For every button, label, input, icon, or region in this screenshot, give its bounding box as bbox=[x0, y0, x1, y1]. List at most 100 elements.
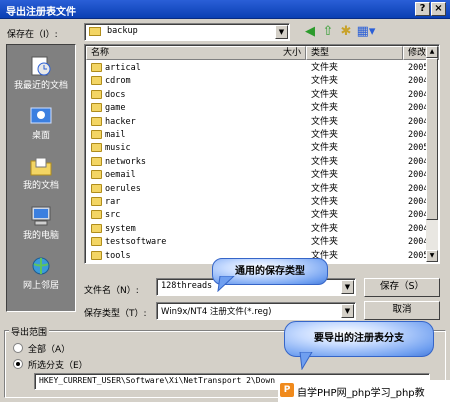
file-type: 文件夹 bbox=[311, 183, 339, 194]
folder-icon bbox=[91, 210, 102, 220]
folder-icon bbox=[91, 116, 102, 126]
file-type: 文件夹 bbox=[311, 223, 339, 234]
file-name: rar bbox=[105, 197, 121, 207]
file-type: 文件夹 bbox=[311, 170, 339, 181]
file-name: tools bbox=[105, 250, 131, 261]
place-my-documents[interactable]: 我的文档 bbox=[7, 155, 75, 191]
file-row[interactable]: rar 文件夹 2004- bbox=[87, 196, 434, 209]
save-in-label: 保存在（I）: bbox=[7, 30, 58, 40]
folder-icon bbox=[91, 63, 102, 72]
radio-selected-branch[interactable] bbox=[13, 359, 23, 369]
folder-icon bbox=[91, 183, 102, 193]
file-name: src bbox=[105, 210, 121, 221]
place-recent-documents[interactable]: 我最近的文档 bbox=[7, 55, 75, 91]
scroll-thumb[interactable] bbox=[426, 58, 438, 220]
site-logo-icon: P bbox=[280, 383, 294, 397]
file-row[interactable]: hacker 文件夹 2004- bbox=[87, 116, 434, 129]
file-name: music bbox=[105, 143, 131, 154]
file-name: game bbox=[105, 103, 126, 114]
view-menu-icon[interactable]: ▦▾ bbox=[356, 24, 376, 40]
column-header-size[interactable]: 大小 bbox=[246, 46, 306, 60]
file-type: 文件夹 bbox=[311, 116, 339, 127]
file-name: artical bbox=[105, 63, 141, 73]
file-row[interactable]: system 文件夹 2004- bbox=[87, 223, 434, 236]
cancel-button[interactable]: 取消 bbox=[364, 301, 440, 320]
file-type: 文件夹 bbox=[311, 76, 339, 87]
folder-icon bbox=[91, 76, 102, 86]
save-in-dropdown[interactable]: backup ▼ bbox=[84, 23, 290, 41]
window-title: 导出注册表文件 bbox=[6, 7, 76, 18]
filename-label: 文件名（N）: bbox=[84, 286, 139, 296]
file-row[interactable]: artical 文件夹 2005- bbox=[87, 62, 434, 75]
place-network-places[interactable]: 网上邻居 bbox=[7, 255, 75, 291]
folder-icon bbox=[91, 143, 102, 153]
scroll-up-icon[interactable]: ▲ bbox=[426, 46, 438, 58]
folder-icon bbox=[91, 130, 102, 139]
folder-icon bbox=[91, 223, 102, 233]
file-name: networks bbox=[105, 156, 146, 167]
file-name: system bbox=[105, 223, 136, 234]
file-row[interactable]: oemail 文件夹 2004- bbox=[87, 169, 434, 182]
filetype-dropdown[interactable]: Win9x/NT4 注册文件(*.reg) ▼ bbox=[156, 302, 356, 320]
file-type: 文件夹 bbox=[311, 103, 339, 114]
back-icon[interactable]: ◀ bbox=[302, 24, 318, 40]
file-name: hacker bbox=[105, 116, 136, 127]
file-row[interactable]: testsoftware 文件夹 2004- bbox=[87, 236, 434, 249]
chevron-down-icon[interactable]: ▼ bbox=[275, 25, 288, 39]
file-type: 文件夹 bbox=[311, 143, 339, 154]
file-list[interactable]: 名称 大小 类型 修改 artical 文件夹 2005- cdrom 文件夹 2004-… bbox=[84, 44, 440, 264]
desktop-icon bbox=[30, 107, 52, 124]
file-row[interactable]: mail 文件夹 2004- bbox=[87, 129, 434, 142]
file-row[interactable]: src 文件夹 2004- bbox=[87, 209, 434, 222]
place-label: 我最近的文档 bbox=[13, 81, 68, 91]
save-button[interactable]: 保存（S） bbox=[364, 278, 440, 297]
file-row[interactable]: cdrom 文件夹 2004- bbox=[87, 75, 434, 88]
radio-all-label[interactable]: 全部（A） bbox=[28, 342, 70, 355]
place-label: 网上邻居 bbox=[22, 281, 59, 291]
vertical-scrollbar[interactable]: ▲ ▼ bbox=[426, 46, 438, 262]
file-type: 文件夹 bbox=[311, 156, 339, 167]
filetype-label: 保存类型（T）: bbox=[84, 309, 147, 319]
filename-value: 128threads bbox=[161, 281, 213, 291]
file-type: 文件夹 bbox=[311, 89, 339, 100]
file-row[interactable]: oerules 文件夹 2004- bbox=[87, 183, 434, 196]
new-folder-icon[interactable]: ✱ bbox=[338, 24, 354, 40]
file-name: testsoftware bbox=[105, 237, 167, 248]
radio-all[interactable] bbox=[13, 343, 23, 353]
save-in-value: backup bbox=[107, 26, 138, 36]
file-type: 文件夹 bbox=[311, 130, 339, 140]
file-type: 文件夹 bbox=[311, 237, 339, 248]
file-row[interactable]: docs 文件夹 2004- bbox=[87, 89, 434, 102]
watermark-bar: P 自学PHP网_php学习_php教 bbox=[278, 380, 450, 402]
help-button[interactable]: ? bbox=[415, 2, 430, 16]
folder-icon bbox=[91, 156, 102, 166]
place-desktop[interactable]: 桌面 bbox=[7, 105, 75, 141]
file-name: cdrom bbox=[105, 76, 131, 87]
file-type: 文件夹 bbox=[311, 63, 339, 73]
column-header-type[interactable]: 类型 bbox=[306, 46, 403, 60]
up-folder-icon[interactable]: ⇧ bbox=[320, 24, 336, 40]
file-type: 文件夹 bbox=[311, 210, 339, 221]
place-label: 我的电脑 bbox=[22, 231, 59, 241]
close-button[interactable]: × bbox=[431, 2, 446, 16]
file-row[interactable]: networks 文件夹 2004- bbox=[87, 156, 434, 169]
file-row[interactable]: game 文件夹 2004- bbox=[87, 102, 434, 115]
file-row[interactable]: music 文件夹 2005- bbox=[87, 142, 434, 155]
folder-icon bbox=[91, 170, 102, 180]
chevron-down-icon[interactable]: ▼ bbox=[341, 304, 354, 318]
file-name: docs bbox=[105, 89, 126, 100]
branch-path-value: HKEY_CURRENT_USER\Software\Xi\NetTranspo… bbox=[39, 376, 276, 385]
chevron-down-icon[interactable]: ▼ bbox=[341, 280, 354, 294]
callout-pointer bbox=[299, 352, 313, 370]
place-my-computer[interactable]: 我的电脑 bbox=[7, 205, 75, 241]
file-name: mail bbox=[105, 130, 126, 140]
callout-pointer bbox=[217, 276, 235, 292]
radio-branch-label[interactable]: 所选分支（E） bbox=[28, 358, 88, 371]
file-type: 文件夹 bbox=[311, 197, 339, 207]
my-computer-icon bbox=[31, 206, 51, 226]
place-label: 桌面 bbox=[31, 131, 50, 141]
folder-icon bbox=[91, 250, 102, 260]
folder-icon bbox=[91, 197, 102, 206]
scroll-down-icon[interactable]: ▼ bbox=[426, 250, 438, 262]
watermark-text: 自学PHP网_php学习_php教 bbox=[297, 388, 425, 399]
